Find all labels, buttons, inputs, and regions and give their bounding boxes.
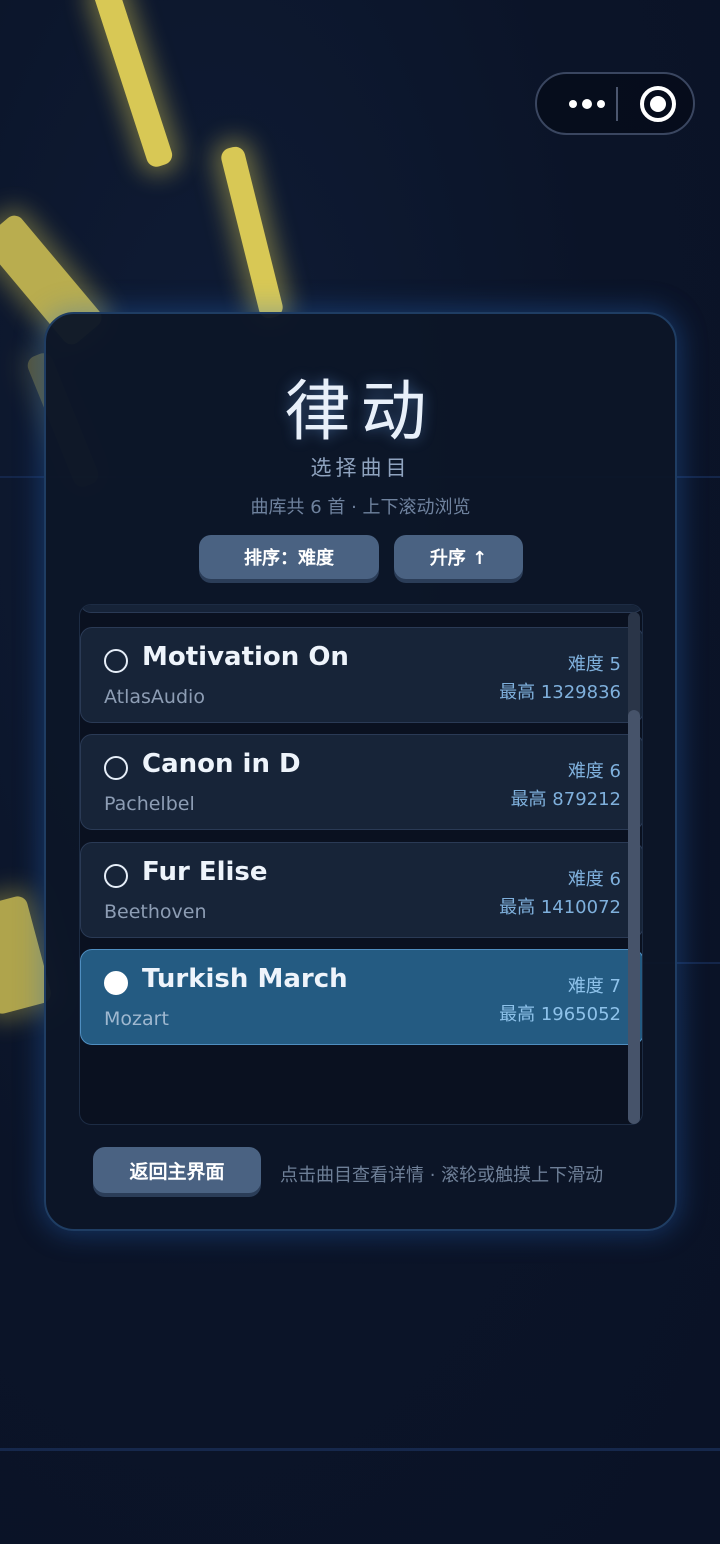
- song-best-score: 最高 1410072: [499, 897, 621, 918]
- radio-circle-icon: [104, 756, 128, 780]
- song-difficulty: 难度 5: [567, 654, 621, 675]
- song-artist: Mozart: [104, 1008, 169, 1030]
- song-best-score: 最高 879212: [510, 789, 621, 810]
- radio-circle-icon: [104, 649, 128, 673]
- song-select-panel: 律动 选择曲目 曲库共 6 首 · 上下滚动浏览 排序：难度 升序 ↑ Moti…: [44, 312, 677, 1231]
- game-title: 律动: [284, 373, 437, 450]
- scrollbar-thumb[interactable]: [628, 710, 640, 1124]
- song-name: Turkish March: [142, 964, 348, 994]
- song-difficulty: 难度 6: [567, 761, 621, 782]
- song-best-score: 最高 1329836: [499, 682, 621, 703]
- song-name: Canon in D: [142, 749, 301, 779]
- song-artist: Pachelbel: [104, 793, 195, 815]
- song-list[interactable]: Motivation On AtlasAudio 难度 5 最高 1329836…: [79, 604, 643, 1125]
- target-circle-icon[interactable]: [640, 86, 676, 122]
- song-name: Fur Elise: [142, 857, 268, 887]
- radio-filled-icon: [104, 971, 128, 995]
- background-line: [0, 1448, 720, 1451]
- song-card[interactable]: Fur Elise Beethoven 难度 6 最高 1410072: [80, 842, 642, 938]
- game-screen: 律动 选择曲目 曲库共 6 首 · 上下滚动浏览 排序：难度 升序 ↑ Moti…: [0, 0, 720, 1544]
- order-button[interactable]: 升序 ↑: [394, 535, 523, 579]
- song-card[interactable]: Canon in D Pachelbel 难度 6 最高 879212: [80, 734, 642, 830]
- glow-streak: [219, 144, 285, 321]
- song-card-selected[interactable]: Turkish March Mozart 难度 7 最高 1965052: [80, 949, 642, 1045]
- song-best-score: 最高 1965052: [499, 1004, 621, 1025]
- radio-circle-icon: [104, 864, 128, 888]
- more-dots-icon[interactable]: [557, 74, 617, 133]
- back-to-main-button[interactable]: 返回主界面: [93, 1147, 261, 1193]
- footer-hint: 点击曲目查看详情 · 滚轮或触摸上下滑动: [280, 1165, 604, 1186]
- song-difficulty: 难度 7: [567, 976, 621, 997]
- glow-streak: [91, 0, 175, 170]
- song-name: Motivation On: [142, 642, 349, 672]
- library-info: 曲库共 6 首 · 上下滚动浏览: [250, 497, 471, 518]
- sort-button[interactable]: 排序：难度: [199, 535, 379, 579]
- list-item-partial[interactable]: [80, 605, 642, 613]
- song-artist: Beethoven: [104, 901, 207, 923]
- song-artist: AtlasAudio: [104, 686, 205, 708]
- song-card[interactable]: Motivation On AtlasAudio 难度 5 最高 1329836: [80, 627, 642, 723]
- song-difficulty: 难度 6: [567, 869, 621, 890]
- miniprogram-capsule: [535, 72, 695, 135]
- capsule-divider: [616, 87, 618, 121]
- page-subtitle: 选择曲目: [310, 456, 411, 480]
